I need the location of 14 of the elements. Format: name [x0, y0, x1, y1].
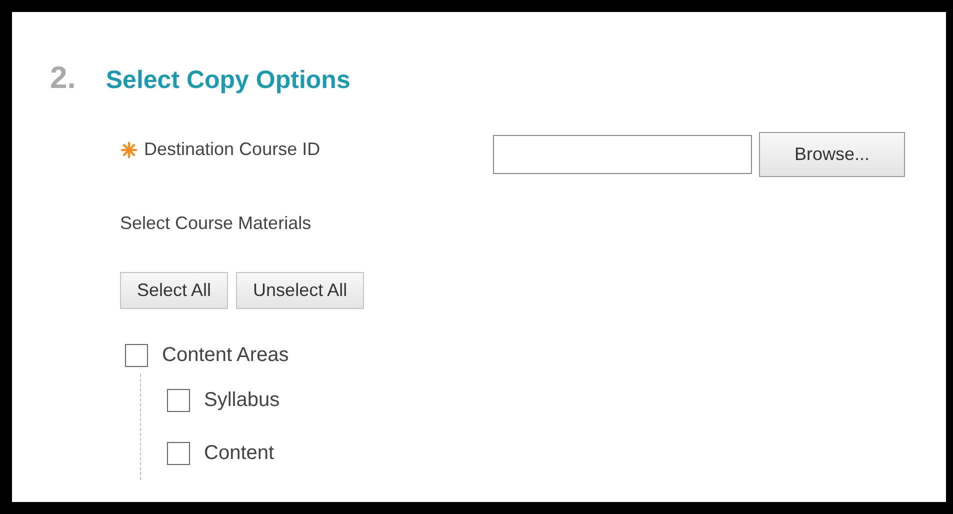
- field-label: Destination Course ID: [144, 139, 320, 160]
- section-title: Select Copy Options: [106, 66, 350, 95]
- browse-button[interactable]: Browse...: [759, 132, 905, 177]
- materials-label: Select Course Materials: [120, 213, 312, 234]
- checkbox[interactable]: [167, 389, 190, 412]
- checkbox[interactable]: [167, 442, 190, 465]
- checkbox[interactable]: [125, 344, 148, 367]
- step-number: 2.: [50, 60, 76, 96]
- course-id-field[interactable]: [493, 135, 752, 174]
- tree-item-label: Content: [204, 442, 274, 465]
- selection-button[interactable]: Select All: [120, 272, 228, 309]
- selection-button[interactable]: Unselect All: [236, 272, 364, 309]
- tree-item-label: Syllabus: [204, 389, 280, 412]
- tree-item-label: Content Areas: [162, 344, 289, 367]
